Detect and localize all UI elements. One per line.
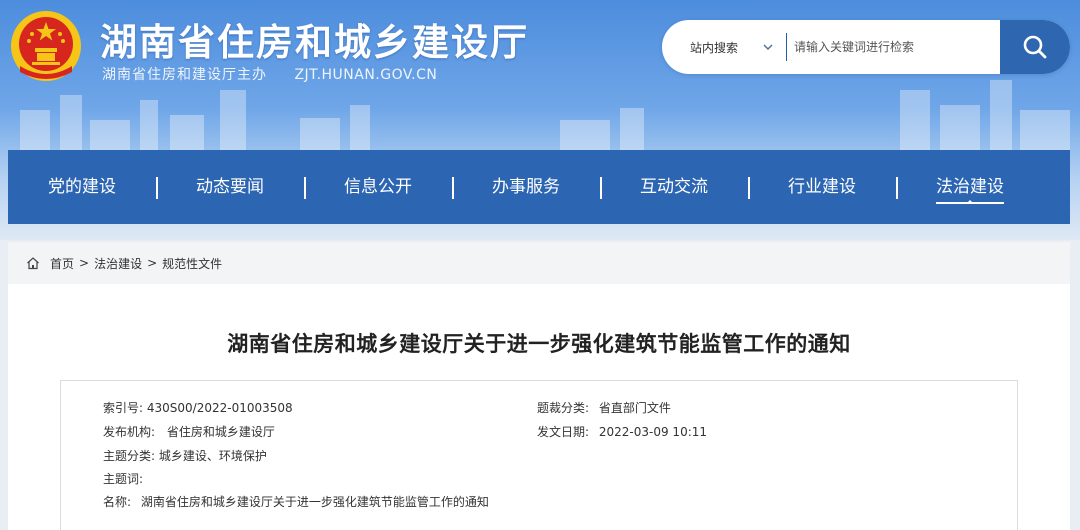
nav-item-services[interactable]: 办事服务 — [452, 150, 600, 224]
meta-keywords: 主题词: — [103, 470, 143, 487]
national-emblem-icon — [11, 11, 81, 81]
nav-item-label: 信息公开 — [344, 177, 412, 197]
site-title[interactable]: 湖南省住房和城乡建设厅 — [100, 12, 529, 66]
meta-publisher: 发布机构: 省住房和城乡建设厅 — [103, 423, 275, 440]
main-nav: 党的建设 动态要闻 信息公开 办事服务 互动交流 行业建设 法治建设 — [8, 150, 1070, 224]
search-icon — [1023, 35, 1047, 59]
breadcrumb-home[interactable]: 首页 — [50, 255, 74, 272]
nav-item-party-building[interactable]: 党的建设 — [8, 150, 156, 224]
document-title: 湖南省住房和城乡建设厅关于进一步强化建筑节能监管工作的通知 — [227, 332, 851, 356]
meta-index-label: 索引号: — [103, 401, 144, 415]
site-domain: ZJT.HUNAN.GOV.CN — [294, 67, 438, 83]
search-divider — [786, 33, 787, 61]
meta-index-value: 430S00/2022-01003508 — [146, 401, 293, 415]
site-subtitle: 湖南省住房和建设厅主办 ZJT.HUNAN.GOV.CN — [102, 64, 437, 84]
nav-item-label: 办事服务 — [492, 177, 560, 197]
document-meta-table: 索引号: 430S00/2022-01003508 题裁分类: 省直部门文件 发… — [60, 380, 1018, 530]
meta-category-value: 省直部门文件 — [598, 401, 671, 415]
meta-category: 题裁分类: 省直部门文件 — [537, 399, 671, 416]
nav-item-label: 动态要闻 — [196, 177, 264, 197]
meta-publisher-value: 省住房和城乡建设厅 — [166, 425, 275, 439]
nav-item-rule-of-law[interactable]: 法治建设 — [896, 150, 1044, 224]
nav-item-info-disclosure[interactable]: 信息公开 — [304, 150, 452, 224]
search-input[interactable] — [790, 20, 1000, 74]
meta-date-label: 发文日期: — [537, 425, 590, 439]
meta-name-value: 湖南省住房和城乡建设厅关于进一步强化建筑节能监管工作的通知 — [140, 495, 489, 509]
nav-item-label: 党的建设 — [48, 177, 116, 197]
meta-keywords-label: 主题词: — [103, 472, 144, 486]
search-button[interactable] — [1000, 20, 1070, 74]
nav-item-label: 互动交流 — [640, 177, 708, 197]
chevron-down-icon — [763, 44, 773, 50]
meta-name: 名称: 湖南省住房和城乡建设厅关于进一步强化建筑节能监管工作的通知 — [103, 493, 489, 510]
meta-topic: 主题分类: 城乡建设、环境保护 — [103, 447, 267, 464]
meta-publisher-label: 发布机构: — [103, 425, 156, 439]
meta-date-value: 2022-03-09 10:11 — [598, 425, 708, 439]
breadcrumb-separator: > — [147, 256, 158, 270]
breadcrumb-separator: > — [79, 256, 90, 270]
meta-topic-value: 城乡建设、环境保护 — [158, 449, 267, 463]
nav-item-news[interactable]: 动态要闻 — [156, 150, 304, 224]
meta-topic-label: 主题分类: — [103, 449, 156, 463]
meta-name-label: 名称: — [103, 495, 132, 509]
meta-index: 索引号: 430S00/2022-01003508 — [103, 399, 293, 416]
home-icon[interactable] — [26, 256, 40, 270]
article-content: 湖南省住房和城乡建设厅关于进一步强化建筑节能监管工作的通知 索引号: 430S0… — [8, 284, 1070, 530]
site-organizer: 湖南省住房和建设厅主办 — [102, 67, 267, 83]
nav-item-interaction[interactable]: 互动交流 — [600, 150, 748, 224]
nav-item-industry[interactable]: 行业建设 — [748, 150, 896, 224]
search-scope-label: 站内搜索 — [690, 40, 739, 55]
search-bar: 站内搜索 — [662, 20, 1070, 74]
meta-category-label: 题裁分类: — [537, 401, 590, 415]
breadcrumb-rule-of-law[interactable]: 法治建设 — [94, 255, 142, 272]
meta-date: 发文日期: 2022-03-09 10:11 — [537, 423, 707, 440]
nav-item-label: 法治建设 — [936, 177, 1004, 204]
search-scope-select[interactable]: 站内搜索 — [662, 20, 786, 74]
breadcrumb-normative-docs[interactable]: 规范性文件 — [162, 255, 222, 272]
breadcrumb: 首页 > 法治建设 > 规范性文件 — [8, 242, 1070, 284]
nav-item-label: 行业建设 — [788, 177, 856, 197]
